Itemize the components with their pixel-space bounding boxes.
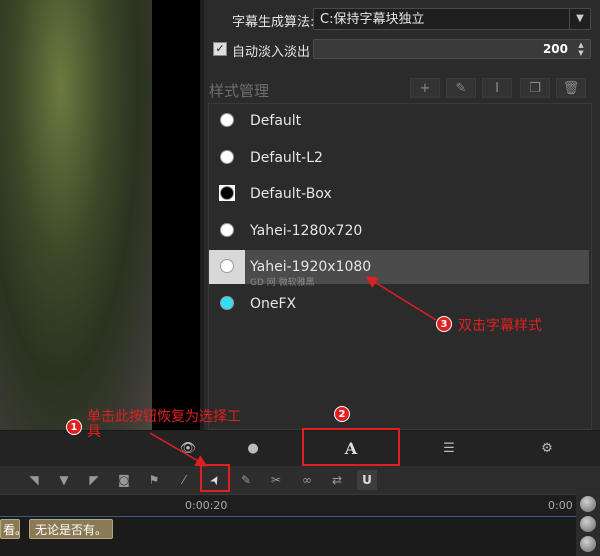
style-list-item[interactable]: Yahei-1280x720 <box>209 214 589 248</box>
marker-out-icon[interactable]: ◤ <box>84 470 104 490</box>
edit-icon[interactable]: ✎ <box>236 470 256 490</box>
video-letterbox <box>152 0 200 430</box>
plus-icon[interactable]: + <box>410 78 440 98</box>
style-item-label: OneFX <box>250 295 297 312</box>
zoom-knob-icon[interactable] <box>580 496 596 512</box>
track-divider <box>0 516 576 517</box>
swap-icon[interactable]: ⇄ <box>327 470 347 490</box>
style-item-label: Default-L2 <box>250 149 323 166</box>
trash-icon[interactable]: 🗑 <box>556 78 586 98</box>
magic-wand-icon[interactable]: ⁄ <box>174 470 194 490</box>
scissors-icon[interactable]: ✂ <box>266 470 286 490</box>
tick-label: 0:00:20 <box>185 499 228 512</box>
zoom-knob-icon[interactable] <box>580 536 596 552</box>
style-item-label: Yahei-1280x720 <box>250 222 363 239</box>
style-color-dot <box>220 259 234 273</box>
style-manager-title: 样式管理 <box>209 82 270 100</box>
camera-icon[interactable]: ◙ <box>114 470 134 490</box>
fade-label: 自动淡入淡出 <box>232 45 311 60</box>
subtitle-clip[interactable]: 看。 <box>0 519 27 539</box>
style-list-item[interactable]: Default-L2 <box>209 141 589 175</box>
step-3-text: 双击字幕样式 <box>458 318 542 334</box>
tab-list-icon[interactable]: ☰ <box>400 431 498 467</box>
style-list-item[interactable]: Default <box>209 104 589 138</box>
fade-duration-input[interactable]: 200 ▲ ▼ <box>313 39 591 59</box>
algorithm-select[interactable]: C:保持字幕块独立 ▼ <box>313 8 591 30</box>
tab-gear-icon[interactable]: ⚙ <box>498 431 596 467</box>
style-item-label: Default-Box <box>250 186 332 202</box>
style-color-dot <box>220 149 234 164</box>
style-color-dot <box>220 113 234 127</box>
pencil-icon[interactable]: ✎ <box>446 78 476 98</box>
algorithm-select-value: C:保持字幕块独立 <box>320 12 425 27</box>
timeline-ruler[interactable]: 0:00:20 0:00 <box>0 494 576 517</box>
zoom-controls <box>576 494 600 556</box>
highlight-pointer-tool <box>200 464 230 492</box>
style-list-item[interactable]: Default-Box <box>209 177 589 211</box>
highlight-text-style-tab <box>302 428 400 466</box>
step-1-badge: 1 <box>66 419 82 435</box>
algorithm-label: 字幕生成算法: <box>232 15 315 30</box>
chevron-down-icon[interactable]: ▼ <box>569 9 590 29</box>
style-color-dot <box>220 186 234 200</box>
step-3-badge: 3 <box>436 316 452 332</box>
text-cursor-icon[interactable]: I <box>482 78 512 98</box>
zoom-knob-icon[interactable] <box>580 516 596 532</box>
bookmark-icon[interactable]: ⚑ <box>144 470 164 490</box>
copy-icon[interactable]: ❐ <box>520 78 550 98</box>
magnet-icon[interactable]: U <box>357 470 377 490</box>
style-color-dot <box>220 222 234 237</box>
fade-checkbox[interactable]: ✓ <box>213 42 227 56</box>
marker-in-icon[interactable]: ◥ <box>24 470 44 490</box>
subtitle-clip[interactable]: 无论是否有。 <box>29 519 114 539</box>
spinner-icon[interactable]: ▲ ▼ <box>574 41 588 57</box>
font-preview-watermark: GD 网 微软雅黑 <box>250 278 315 288</box>
step-1-text: 单击此按钮恢复为选择工具 <box>87 409 241 440</box>
marker-down-icon[interactable]: ▼ <box>54 470 74 490</box>
style-item-label: Default <box>250 113 302 129</box>
video-preview <box>0 0 152 430</box>
style-color-dot <box>220 295 234 310</box>
link-icon[interactable]: ∞ <box>297 470 317 490</box>
fade-duration-value: 200 <box>542 42 568 56</box>
step-2-badge: 2 <box>334 406 350 422</box>
tick-label: 0:00 <box>548 499 573 512</box>
